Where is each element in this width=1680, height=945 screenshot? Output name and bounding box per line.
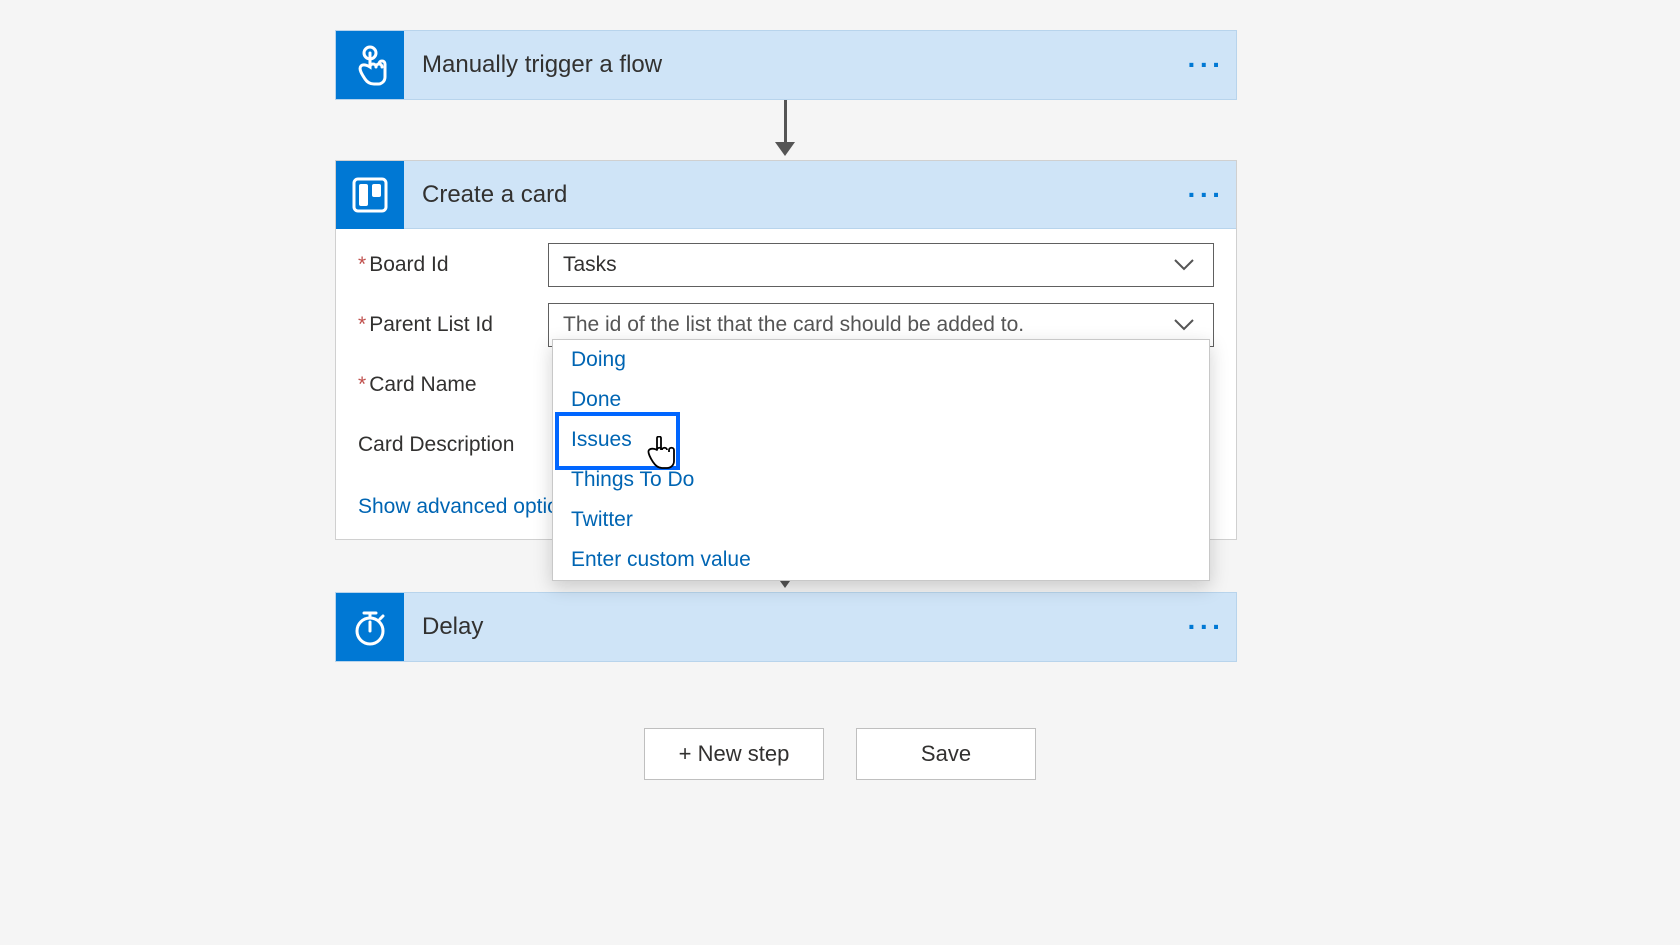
- new-step-button[interactable]: + New step: [644, 728, 824, 780]
- delay-step-card[interactable]: Delay ···: [335, 592, 1237, 662]
- footer-actions: + New step Save: [0, 728, 1680, 780]
- touch-icon: [336, 31, 404, 99]
- trigger-step-card[interactable]: Manually trigger a flow ···: [335, 30, 1237, 100]
- create-card-header[interactable]: Create a card ···: [336, 161, 1236, 229]
- flow-designer-canvas: Manually trigger a flow ··· Create a car…: [0, 0, 1680, 945]
- delay-step-title: Delay: [404, 613, 1176, 641]
- chevron-down-icon: [1169, 258, 1199, 272]
- board-id-row: *Board Id Tasks: [358, 243, 1214, 287]
- timer-icon: [336, 593, 404, 661]
- board-id-select[interactable]: Tasks: [548, 243, 1214, 287]
- dropdown-option-twitter[interactable]: Twitter: [553, 500, 1209, 540]
- dropdown-option-doing[interactable]: Doing: [553, 340, 1209, 380]
- parent-list-dropdown: Doing Done Issues Things To Do Twitter E…: [552, 339, 1210, 581]
- board-id-value: Tasks: [563, 253, 1169, 277]
- dropdown-option-custom[interactable]: Enter custom value: [553, 540, 1209, 580]
- trigger-step-title: Manually trigger a flow: [404, 51, 1176, 79]
- dropdown-option-issues[interactable]: Issues: [553, 420, 1209, 460]
- card-description-label: Card Description: [358, 433, 548, 457]
- connector-arrow-1: [784, 100, 787, 152]
- create-card-menu-button[interactable]: ···: [1176, 179, 1236, 211]
- trigger-step-menu-button[interactable]: ···: [1176, 49, 1236, 81]
- trigger-step-header[interactable]: Manually trigger a flow ···: [336, 31, 1236, 99]
- card-name-label: *Card Name: [358, 373, 548, 397]
- chevron-down-icon: [1169, 318, 1199, 332]
- board-id-label: *Board Id: [358, 253, 548, 277]
- delay-step-menu-button[interactable]: ···: [1176, 611, 1236, 643]
- save-button[interactable]: Save: [856, 728, 1036, 780]
- dropdown-option-things-to-do[interactable]: Things To Do: [553, 460, 1209, 500]
- parent-list-id-label: *Parent List Id: [358, 313, 548, 337]
- parent-list-id-placeholder: The id of the list that the card should …: [563, 313, 1169, 337]
- create-card-title: Create a card: [404, 181, 1176, 209]
- delay-step-header[interactable]: Delay ···: [336, 593, 1236, 661]
- dropdown-option-done[interactable]: Done: [553, 380, 1209, 420]
- trello-icon: [336, 161, 404, 229]
